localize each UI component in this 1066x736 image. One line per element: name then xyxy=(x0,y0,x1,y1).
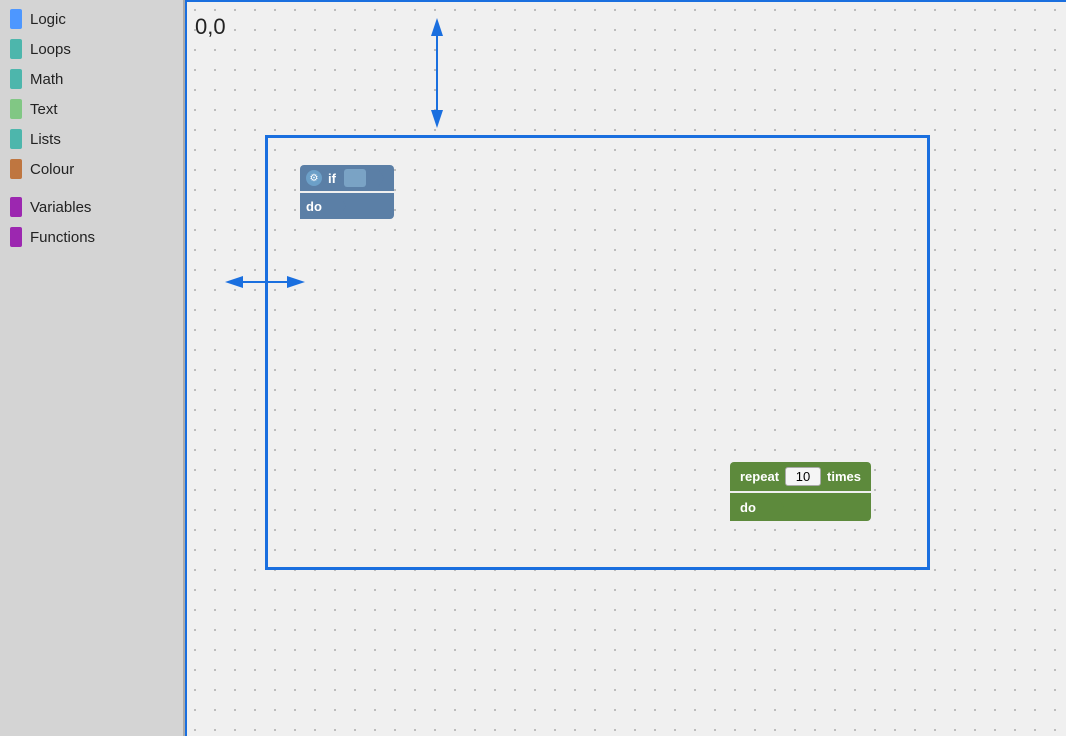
sidebar-item-math[interactable]: Math xyxy=(0,64,183,94)
sidebar-label-text: Text xyxy=(30,101,58,118)
functions-color xyxy=(10,227,22,247)
math-color xyxy=(10,69,22,89)
loops-color xyxy=(10,39,22,59)
horizontal-arrow-svg xyxy=(225,270,305,294)
lists-color xyxy=(10,129,22,149)
sidebar-label-colour: Colour xyxy=(30,161,74,178)
sidebar-label-math: Math xyxy=(30,71,63,88)
block-if-bottom: do xyxy=(300,193,394,219)
sidebar-item-colour[interactable]: Colour xyxy=(0,154,183,184)
coord-label: 0,0 xyxy=(195,14,226,40)
resize-arrow-vertical[interactable] xyxy=(425,18,449,128)
variables-color xyxy=(10,197,22,217)
block-if-do-notch xyxy=(332,197,346,215)
sidebar-label-variables: Variables xyxy=(30,199,91,216)
sidebar-divider xyxy=(0,184,183,192)
logic-color xyxy=(10,9,22,29)
sidebar-label-loops: Loops xyxy=(30,41,71,58)
block-if-condition-slot xyxy=(344,169,366,187)
block-repeat-top: repeat times xyxy=(730,462,871,491)
vertical-arrow-svg xyxy=(425,18,449,128)
sidebar-item-loops[interactable]: Loops xyxy=(0,34,183,64)
sidebar-item-logic[interactable]: Logic xyxy=(0,4,183,34)
sidebar-item-lists[interactable]: Lists xyxy=(0,124,183,154)
block-if[interactable]: ⚙ if do xyxy=(300,165,394,219)
block-if-label: if xyxy=(328,171,336,186)
colour-color xyxy=(10,159,22,179)
text-color xyxy=(10,99,22,119)
block-repeat-times-label: times xyxy=(827,469,861,484)
block-repeat-count-input[interactable] xyxy=(785,467,821,486)
crosshair-horizontal xyxy=(185,0,1066,2)
crosshair-vertical xyxy=(185,0,187,736)
sidebar-item-text[interactable]: Text xyxy=(0,94,183,124)
canvas-area[interactable]: 0,0 ⚙ if do xyxy=(185,0,1066,736)
sidebar-label-lists: Lists xyxy=(30,131,61,148)
sidebar-label-functions: Functions xyxy=(30,229,95,246)
block-repeat[interactable]: repeat times do xyxy=(730,462,871,521)
block-if-notch xyxy=(370,169,384,187)
block-repeat-do-notch xyxy=(770,498,784,516)
gear-icon: ⚙ xyxy=(306,170,322,186)
resize-arrow-horizontal[interactable] xyxy=(225,270,305,299)
sidebar: Logic Loops Math Text Lists Colour Varia… xyxy=(0,0,185,736)
block-if-do-label: do xyxy=(306,199,322,214)
block-if-top: ⚙ if xyxy=(300,165,394,191)
sidebar-item-variables[interactable]: Variables xyxy=(0,192,183,222)
sidebar-label-logic: Logic xyxy=(30,11,66,28)
block-repeat-bottom: do xyxy=(730,493,871,521)
sidebar-item-functions[interactable]: Functions xyxy=(0,222,183,252)
block-repeat-label: repeat xyxy=(740,469,779,484)
block-repeat-do-label: do xyxy=(740,500,756,515)
